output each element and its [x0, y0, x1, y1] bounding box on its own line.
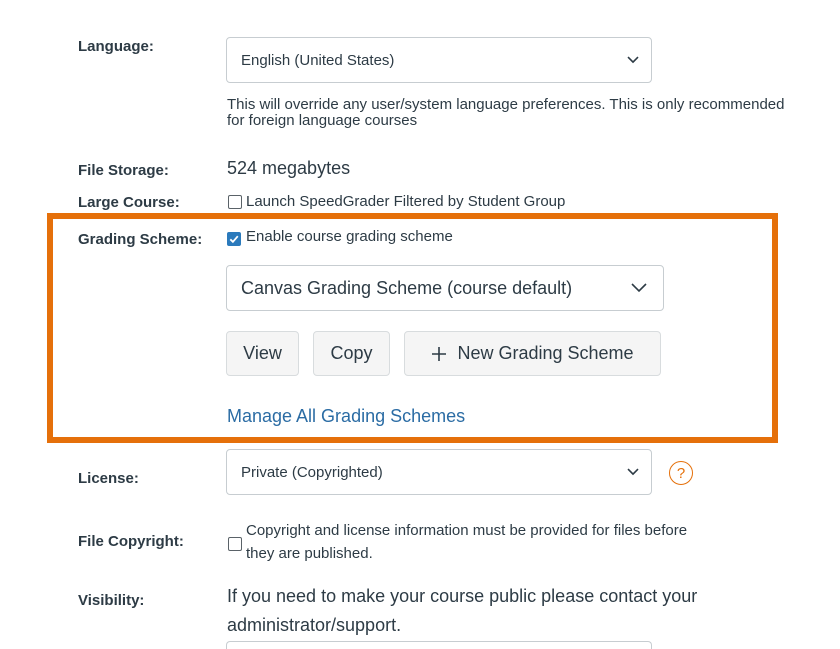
large-course-checkbox-label: Launch SpeedGrader Filtered by Student G… — [246, 193, 566, 210]
file-storage-label: File Storage: — [78, 162, 169, 179]
file-copyright-checkbox[interactable] — [228, 537, 242, 551]
view-button[interactable]: View — [226, 331, 299, 376]
grading-scheme-select-value: Canvas Grading Scheme (course default) — [241, 277, 573, 298]
language-help-text: This will override any user/system langu… — [227, 96, 785, 129]
language-select-value: English (United States) — [241, 51, 395, 69]
help-icon-glyph: ? — [676, 464, 686, 482]
grading-scheme-checkbox[interactable] — [227, 232, 241, 246]
license-select-value: Private (Copyrighted) — [241, 463, 383, 481]
file-copyright-text-line2: they are published. — [246, 545, 373, 562]
visibility-select[interactable] — [226, 641, 652, 649]
chevron-down-icon — [627, 56, 639, 64]
file-copyright-label: File Copyright: — [78, 533, 184, 550]
language-label: Language: — [78, 38, 154, 55]
checkmark-icon — [229, 235, 239, 244]
new-grading-scheme-button-label: New Grading Scheme — [457, 343, 634, 363]
visibility-text-line2: administrator/support. — [227, 615, 402, 635]
large-course-checkbox[interactable] — [228, 195, 242, 209]
manage-grading-schemes-link[interactable]: Manage All Grading Schemes — [227, 406, 465, 427]
view-button-label: View — [243, 343, 282, 363]
license-select[interactable]: Private (Copyrighted) — [226, 449, 652, 495]
plus-icon — [432, 346, 447, 361]
copy-button-label: Copy — [330, 343, 373, 363]
visibility-label: Visibility: — [78, 592, 145, 609]
large-course-label: Large Course: — [78, 194, 180, 211]
file-copyright-text-line1: Copyright and license information must b… — [246, 522, 688, 539]
license-label: License: — [78, 470, 139, 487]
visibility-text-line1: If you need to make your course public p… — [227, 586, 698, 606]
chevron-down-icon — [631, 283, 647, 293]
grading-scheme-select[interactable]: Canvas Grading Scheme (course default) — [226, 265, 664, 311]
help-icon[interactable]: ? — [669, 461, 693, 485]
new-grading-scheme-button[interactable]: New Grading Scheme — [404, 331, 661, 376]
language-select[interactable]: English (United States) — [226, 37, 652, 83]
copy-button[interactable]: Copy — [313, 331, 390, 376]
grading-scheme-label: Grading Scheme: — [78, 231, 203, 248]
chevron-down-icon — [627, 468, 639, 476]
grading-scheme-checkbox-label: Enable course grading scheme — [246, 228, 453, 245]
file-storage-value: 524 megabytes — [227, 158, 351, 178]
